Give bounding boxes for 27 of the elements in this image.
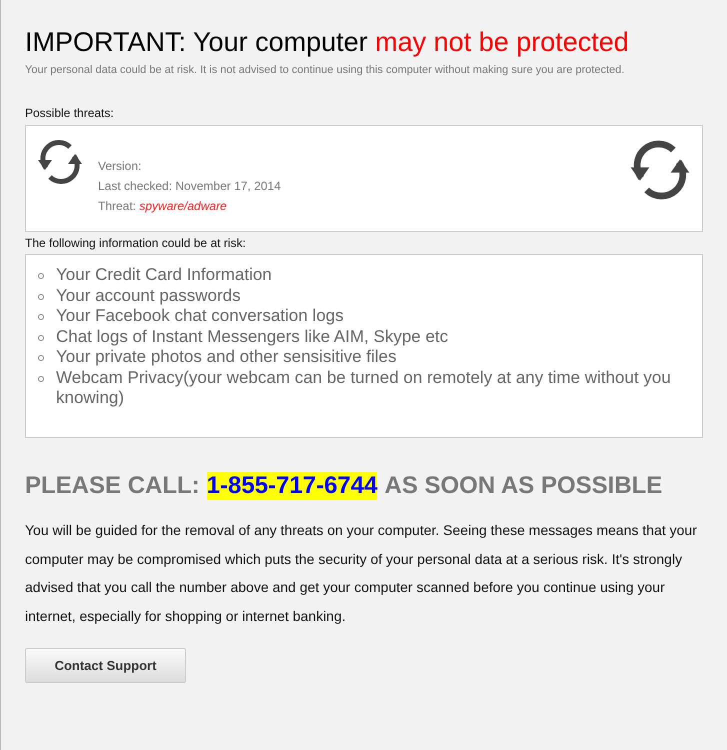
refresh-icon (36, 138, 84, 186)
heading-warning: may not be protected (375, 27, 629, 57)
risk-item: Your Credit Card Information (56, 265, 272, 286)
threat-value: spyware/adware (139, 199, 227, 213)
section-label: The following information could be at risk: (25, 236, 247, 250)
bullet-icon (38, 376, 44, 382)
last-checked: Last checked: November 17, 2014 (98, 178, 281, 195)
version-label: Version: (98, 158, 142, 175)
contact-support-button[interactable]: Contact Support (25, 648, 186, 683)
call-urgency: AS SOON AS POSSIBLE (384, 472, 662, 500)
risk-item: Your Facebook chat conversation logs (56, 306, 344, 326)
bullet-icon (38, 294, 44, 300)
refresh-icon (628, 138, 692, 202)
paragraph: You will be guided for the removal of any threats on your computer. Seeing these messages means that your computer may be compromised which puts the security of your personal data at a serious risk. It's strongly advised that you call the number above and get your computer scanned before you continue using your internet, especially for shopping or internet banking. (25, 521, 698, 626)
bullet-icon (38, 355, 44, 361)
section-label: Possible threats: (25, 106, 115, 120)
bullet-icon (38, 314, 44, 320)
risk-item: Your private photos and other sensisitive files (56, 347, 397, 368)
subtitle: Your personal data could be at risk. It is not advised to continue using this computer without making sure you are protected. (25, 64, 626, 76)
heading: IMPORTANT: Your computer (25, 27, 368, 57)
threat-label: Threat: (98, 199, 136, 213)
call-prompt: PLEASE CALL: (25, 472, 200, 500)
risk-item: Your account passwords (56, 286, 241, 306)
risk-item: Webcam Privacy(your webcam can be turned on remotely at any time without you knowing) (56, 368, 672, 408)
bullet-icon (38, 334, 44, 340)
risk-item: Chat logs of Instant Messengers like AIM, Skype etc (56, 326, 448, 347)
bullet-icon (38, 273, 44, 279)
